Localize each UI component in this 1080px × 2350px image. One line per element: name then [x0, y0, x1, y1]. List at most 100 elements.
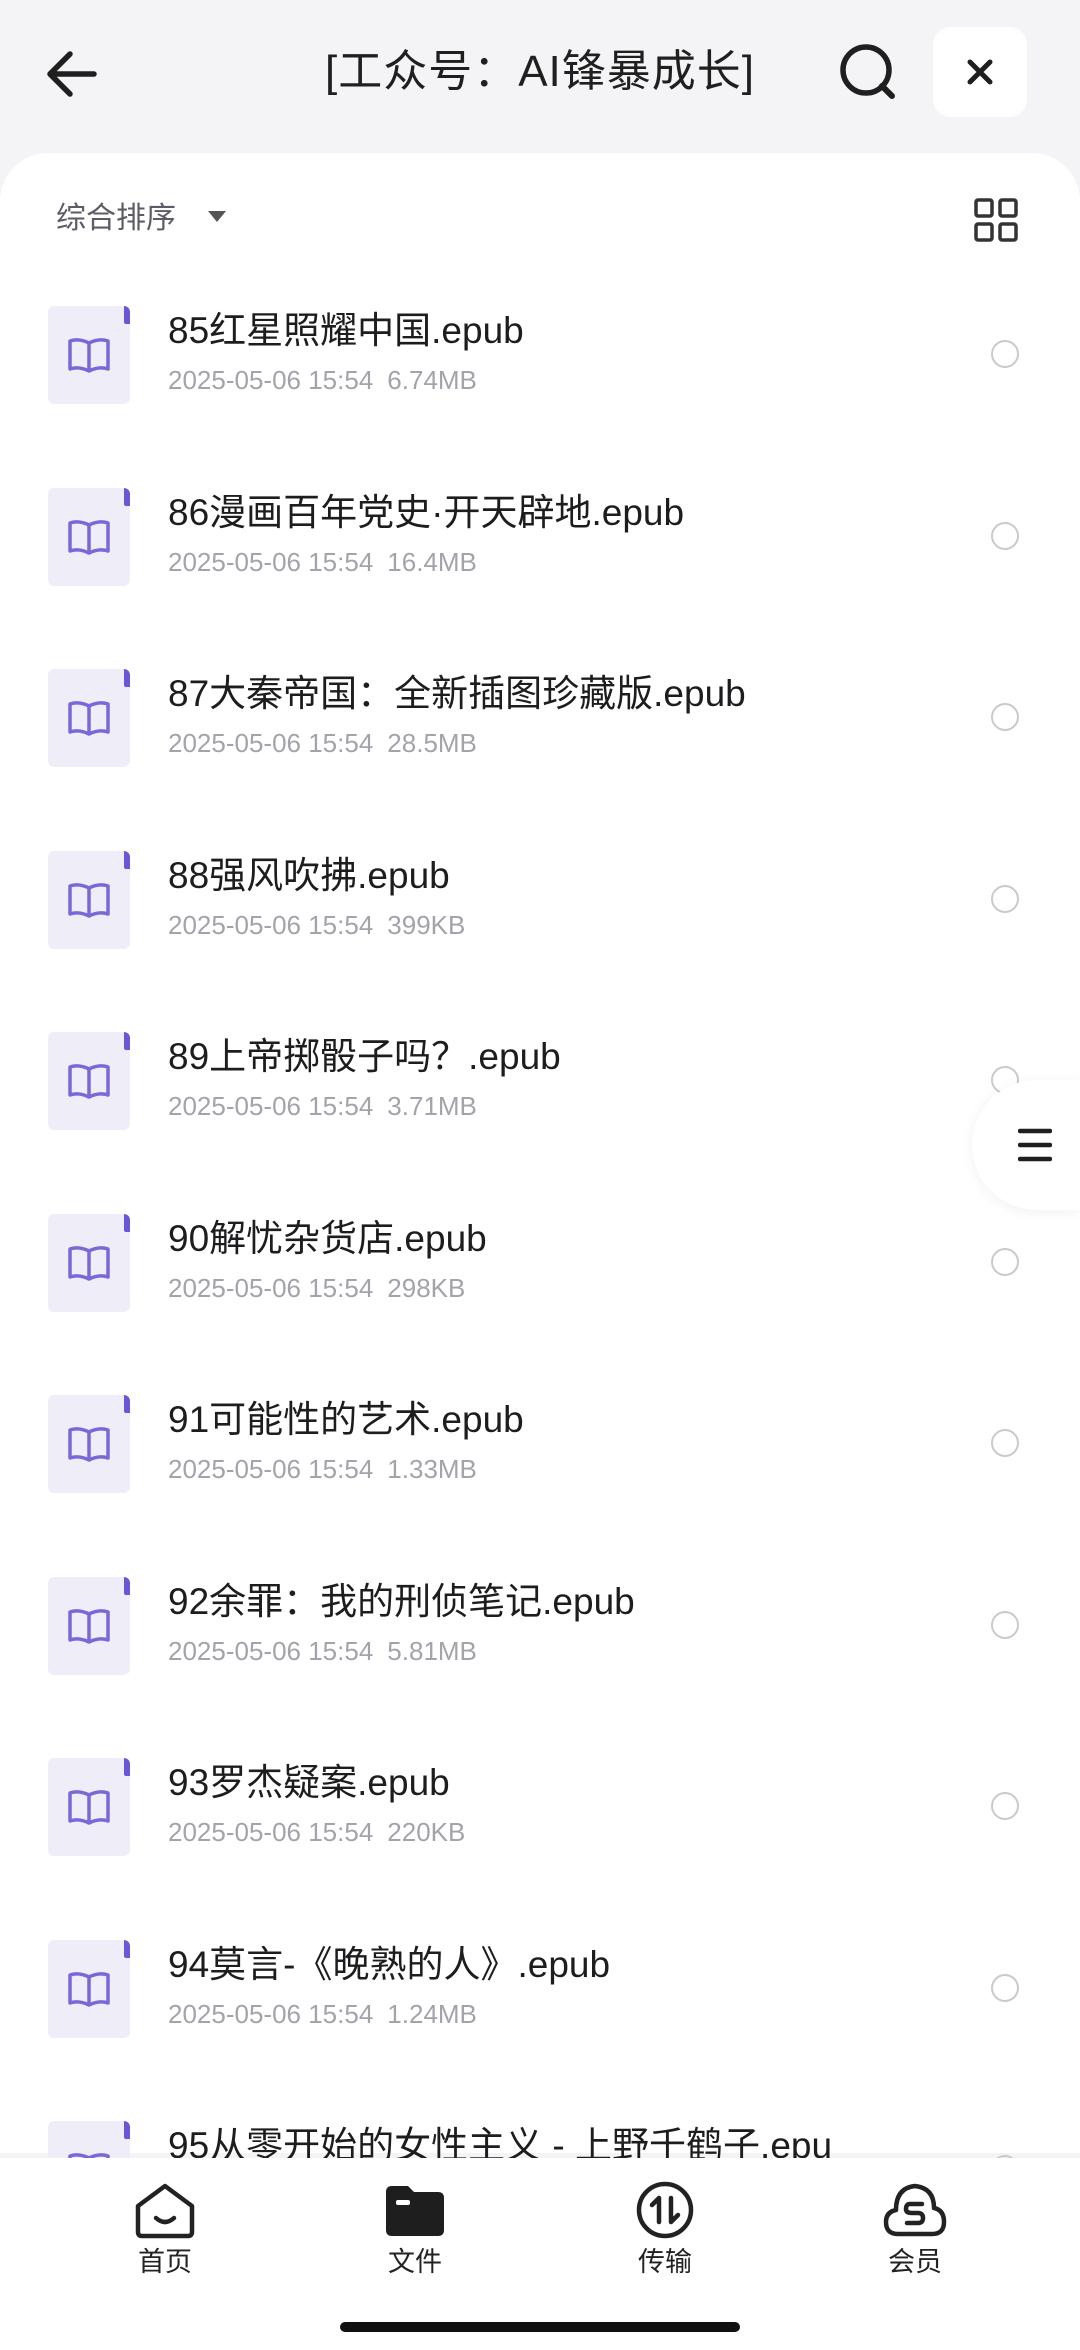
book-icon [68, 1427, 110, 1462]
file-size: 298KB [387, 1272, 466, 1303]
file-meta: 2025-05-06 15:54 28.5MB [168, 725, 477, 761]
file-corner-mark [124, 1032, 130, 1050]
page-title: [工众号：AI锋暴成长] [324, 47, 756, 96]
book-icon [68, 701, 110, 736]
file-corner-mark [124, 1576, 130, 1595]
epub-file-icon [48, 669, 130, 767]
file-size: 5.81MB [387, 1635, 477, 1666]
file-name: 94莫言-《晚熟的人》.epub [168, 1943, 611, 1985]
file-name: 87大秦帝国：全新插图珍藏版.epub [168, 673, 746, 714]
book-icon [68, 2153, 110, 2158]
file-size: 1.24MB [387, 1998, 477, 2029]
sort-dropdown[interactable]: 综合排序 [56, 194, 176, 244]
file-name: 89上帝掷骰子吗？.epub [168, 1036, 561, 1077]
select-radio[interactable] [991, 1792, 1019, 1820]
book-icon [68, 1064, 110, 1099]
select-radio[interactable] [991, 340, 1019, 368]
select-radio[interactable] [991, 1247, 1019, 1276]
file-name: 86漫画百年党史·开天辟地.epub [168, 491, 685, 533]
select-radio[interactable] [991, 703, 1019, 731]
epub-file-icon [48, 1032, 130, 1130]
select-radio[interactable] [991, 1429, 1019, 1457]
epub-file-icon [48, 1395, 130, 1493]
file-corner-mark [124, 306, 130, 324]
file-row[interactable]: 86漫画百年党史·开天辟地.epub 2025-05-06 15:54 16.4MB [0, 470, 1080, 651]
select-radio[interactable] [991, 521, 1019, 550]
file-name: 93罗杰疑案.epub [168, 1762, 450, 1803]
tab-home[interactable]: 首页 [95, 2180, 235, 2290]
top-bar: [工众号：AI锋暴成长] [0, 0, 1080, 150]
epub-file-icon [48, 1758, 130, 1856]
file-name: 88强风吹拂.epub [168, 854, 450, 896]
file-date: 2025-05-06 15:54 [168, 1454, 374, 1484]
close-button[interactable] [933, 27, 1027, 117]
select-radio[interactable] [991, 1610, 1019, 1639]
epub-file-icon [48, 1576, 130, 1675]
file-size: 220KB [387, 1817, 466, 1847]
epub-file-icon [48, 306, 130, 404]
file-meta: 2025-05-06 15:54 6.74MB [168, 362, 477, 398]
file-meta: 2025-05-06 15:54 1.24MB [168, 1996, 477, 2032]
back-button[interactable] [38, 38, 110, 110]
search-button[interactable] [830, 34, 906, 110]
select-radio[interactable] [991, 884, 1019, 913]
file-corner-mark [124, 669, 130, 687]
file-name: 85红星照耀中国.epub [168, 310, 524, 351]
file-size: 16.4MB [387, 546, 477, 577]
file-date: 2025-05-06 15:54 [168, 365, 374, 395]
file-row[interactable]: 89上帝掷骰子吗？.epub 2025-05-06 15:54 3.71MB [0, 1014, 1080, 1195]
search-icon [840, 44, 895, 99]
file-row[interactable]: 91可能性的艺术.epub 2025-05-06 15:54 1.33MB [0, 1377, 1080, 1558]
tab-vip-label: 会员 [888, 2247, 942, 2277]
file-name: 91可能性的艺术.epub [168, 1399, 524, 1440]
file-corner-mark [124, 1758, 130, 1776]
file-row[interactable]: 92余罪：我的刑侦笔记.epub 2025-05-06 15:54 5.81MB [0, 1559, 1080, 1740]
file-meta: 2025-05-06 15:54 220KB [168, 1814, 465, 1850]
grid-view-icon [974, 198, 1018, 242]
file-date: 2025-05-06 15:54 [168, 546, 374, 577]
file-size: 6.74MB [387, 365, 477, 395]
file-row[interactable]: 87大秦帝国：全新插图珍藏版.epub 2025-05-06 15:54 28.5M… [0, 651, 1080, 832]
select-radio[interactable] [991, 1973, 1019, 2002]
file-corner-mark [124, 2121, 130, 2139]
transfer-icon [636, 2181, 694, 2239]
file-corner-mark [124, 1939, 130, 1958]
file-row[interactable]: 88强风吹拂.epub 2025-05-06 15:54 399KB [0, 833, 1080, 1014]
epub-file-icon [48, 1213, 130, 1312]
caret-down-icon[interactable] [208, 211, 226, 222]
file-corner-mark [124, 1213, 130, 1232]
file-date: 2025-05-06 15:54 [168, 1272, 374, 1303]
close-icon [967, 59, 993, 85]
file-meta: 2025-05-06 15:54 5.81MB [168, 1633, 477, 1669]
tab-files[interactable]: 文件 [345, 2180, 485, 2290]
file-date: 2025-05-06 15:54 [168, 1635, 374, 1666]
epub-file-icon [48, 1939, 130, 2038]
file-meta: 2025-05-06 15:54 16.4MB [168, 544, 477, 580]
file-date: 2025-05-06 15:54 [168, 1817, 374, 1847]
vip-cloud-icon [883, 2183, 947, 2237]
file-row[interactable]: 94莫言-《晚熟的人》.epub 2025-05-06 15:54 1.24MB [0, 1922, 1080, 2103]
file-meta: 2025-05-06 15:54 1.33MB [168, 1451, 477, 1487]
home-indicator [340, 2322, 740, 2332]
book-icon [68, 1245, 110, 1281]
file-list: 85红星照耀中国.epub 2025-05-06 15:54 6.74MB 86漫画百… [0, 270, 1080, 2158]
tab-transfer[interactable]: 传输 [595, 2180, 735, 2290]
file-corner-mark [124, 850, 130, 869]
epub-file-icon [48, 850, 130, 949]
grid-view-button[interactable] [970, 194, 1022, 246]
file-meta: 2025-05-06 15:54 298KB [168, 1270, 465, 1306]
tab-vip[interactable]: 会员 [845, 2180, 985, 2290]
file-row[interactable]: 95从零开始的女性主义 - 上野千鹤子.epu [0, 2103, 1080, 2158]
book-icon [68, 882, 110, 918]
file-row[interactable]: 85红星照耀中国.epub 2025-05-06 15:54 6.74MB [0, 288, 1080, 469]
file-row[interactable]: 90解忧杂货店.epub 2025-05-06 15:54 298KB [0, 1196, 1080, 1377]
file-meta: 2025-05-06 15:54 3.71MB [168, 1088, 477, 1124]
epub-file-icon [48, 2121, 130, 2158]
file-name: 92余罪：我的刑侦笔记.epub [168, 1580, 635, 1622]
file-row[interactable]: 93罗杰疑案.epub 2025-05-06 15:54 220KB [0, 1740, 1080, 1921]
tab-home-label: 首页 [138, 2247, 192, 2277]
file-meta: 2025-05-06 15:54 399KB [168, 907, 465, 943]
book-icon [68, 519, 110, 555]
book-icon [68, 1971, 110, 2007]
epub-file-icon [48, 487, 130, 586]
